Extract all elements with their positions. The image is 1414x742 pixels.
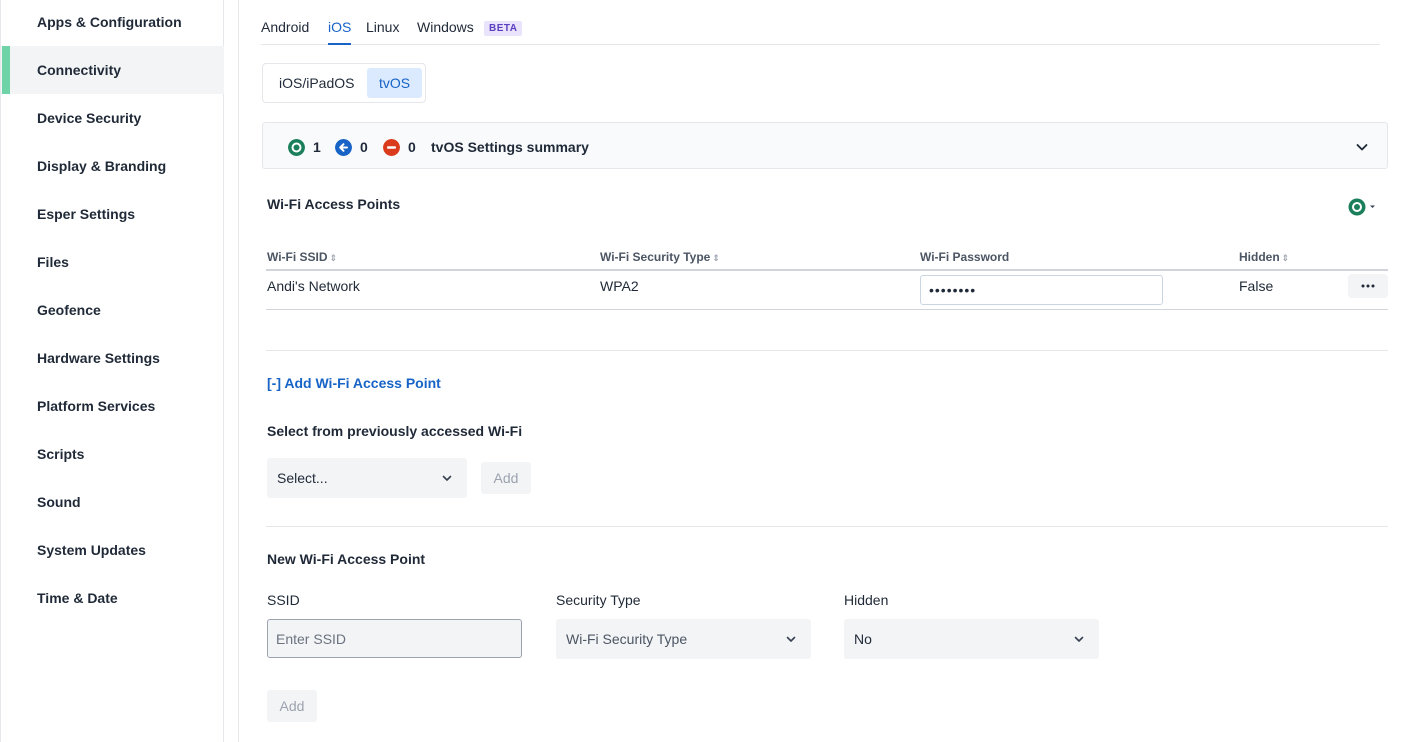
sidebar-item-label: Esper Settings	[37, 206, 136, 222]
sort-icon: ⇕	[712, 253, 720, 263]
disabled-status-icon	[383, 139, 400, 156]
more-options-icon	[1361, 284, 1375, 288]
chevron-down-icon	[1356, 144, 1368, 151]
sidebar-item-geofence[interactable]: Geofence	[1, 286, 224, 334]
inherited-count: 0	[360, 139, 368, 155]
sidebar-item-label: Connectivity	[37, 62, 122, 78]
sidebar-item-platform-services[interactable]: Platform Services	[1, 382, 224, 430]
password-field[interactable]: ••••••••	[920, 275, 1163, 305]
sidebar-item-label: Device Security	[37, 110, 142, 126]
sidebar-item-time-date[interactable]: Time & Date	[1, 574, 224, 622]
sort-icon: ⇕	[329, 253, 338, 263]
table-header-divider	[266, 269, 1388, 271]
add-wifi-access-point-toggle[interactable]: [-] Add Wi-Fi Access Point	[267, 375, 441, 391]
wifi-section-title: Wi-Fi Access Points	[267, 196, 401, 212]
security-type-select[interactable]: Wi-Fi Security Type	[556, 619, 811, 659]
section-divider	[266, 526, 1388, 527]
chevron-down-icon	[1074, 636, 1084, 642]
sidebar-item-system-updates[interactable]: System Updates	[1, 526, 224, 574]
add-previous-wifi-button[interactable]: Add	[481, 462, 531, 494]
cell-security: WPA2	[600, 278, 639, 294]
column-header-ssid[interactable]: Wi-Fi SSID ⇕	[267, 250, 337, 264]
sidebar-item-device-security[interactable]: Device Security	[1, 94, 224, 142]
table-row-divider	[266, 309, 1388, 310]
sidebar-item-label: Hardware Settings	[37, 350, 160, 366]
hidden-select[interactable]: No	[844, 619, 1099, 659]
disabled-count: 0	[408, 139, 416, 155]
tab-ios[interactable]: iOS	[328, 19, 352, 45]
sidebar-item-files[interactable]: Files	[1, 238, 224, 286]
settings-summary-bar[interactable]: 1 0 0 tvOS Settings summary	[262, 122, 1388, 169]
platform-tabs: Android iOS Linux Windows	[261, 0, 1380, 45]
ssid-label: SSID	[267, 592, 300, 608]
ssid-input[interactable]	[267, 619, 522, 658]
section-divider	[266, 350, 1388, 351]
sidebar-item-label: Geofence	[37, 302, 101, 318]
sidebar-item-label: Sound	[37, 494, 81, 510]
inherited-status-icon	[335, 139, 352, 156]
wifi-status-dropdown[interactable]	[1348, 198, 1378, 216]
sidebar-item-display-branding[interactable]: Display & Branding	[1, 142, 224, 190]
sidebar-item-label: Time & Date	[37, 590, 118, 606]
sidebar-item-apps-configuration[interactable]: Apps & Configuration	[1, 0, 224, 46]
settings-sidebar: Apps & Configuration Connectivity Device…	[0, 0, 224, 742]
column-header-label: Wi-Fi SSID	[267, 250, 328, 264]
sidebar-item-label: Display & Branding	[37, 158, 167, 174]
new-access-point-title: New Wi-Fi Access Point	[267, 551, 426, 567]
chevron-down-icon	[786, 636, 796, 642]
cell-hidden: False	[1239, 278, 1274, 294]
sidebar-item-label: Scripts	[37, 446, 85, 462]
column-header-password: Wi-Fi Password	[920, 250, 1009, 264]
previous-wifi-label: Select from previously accessed Wi-Fi	[267, 423, 523, 439]
tab-windows[interactable]: Windows	[417, 19, 474, 35]
summary-title: tvOS Settings summary	[431, 139, 589, 155]
sidebar-item-label: Platform Services	[37, 398, 156, 414]
security-type-label: Security Type	[556, 592, 641, 608]
tab-linux[interactable]: Linux	[366, 19, 399, 35]
sidebar-item-connectivity[interactable]: Connectivity	[1, 46, 224, 94]
column-header-label: Wi-Fi Password	[920, 250, 1010, 264]
chevron-down-icon	[442, 475, 452, 481]
column-header-hidden[interactable]: Hidden ⇕	[1239, 250, 1289, 264]
column-header-label: Hidden	[1239, 250, 1280, 264]
content-divider	[238, 0, 239, 742]
tab-android[interactable]: Android	[261, 19, 309, 35]
sidebar-item-label: Apps & Configuration	[37, 14, 182, 30]
row-actions-button[interactable]	[1348, 274, 1388, 298]
select-value: Select...	[277, 470, 328, 486]
enabled-status-icon	[1348, 198, 1375, 216]
column-header-security[interactable]: Wi-Fi Security Type ⇕	[600, 250, 720, 264]
select-value: Wi-Fi Security Type	[566, 631, 688, 647]
cell-ssid: Andi's Network	[267, 278, 360, 294]
os-segmented-control: iOS/iPadOS tvOS	[262, 63, 426, 103]
sidebar-item-sound[interactable]: Sound	[1, 478, 224, 526]
sidebar-item-scripts[interactable]: Scripts	[1, 430, 224, 478]
segment-ios-ipados[interactable]: iOS/iPadOS	[267, 68, 366, 98]
add-new-wifi-button[interactable]: Add	[267, 690, 317, 722]
hidden-label: Hidden	[844, 592, 889, 608]
sidebar-item-hardware-settings[interactable]: Hardware Settings	[1, 334, 224, 382]
beta-badge: BETA	[484, 21, 523, 36]
select-value: No	[854, 631, 872, 647]
segment-tvos[interactable]: tvOS	[367, 68, 423, 98]
sidebar-item-label: Files	[37, 254, 69, 270]
enabled-count: 1	[313, 139, 321, 155]
enabled-status-icon	[288, 139, 305, 156]
sidebar-item-esper-settings[interactable]: Esper Settings	[1, 190, 224, 238]
sort-icon: ⇕	[1281, 253, 1290, 263]
sidebar-item-label: System Updates	[37, 542, 146, 558]
column-header-label: Wi-Fi Security Type	[600, 250, 711, 264]
previous-wifi-select[interactable]: Select...	[267, 458, 467, 498]
